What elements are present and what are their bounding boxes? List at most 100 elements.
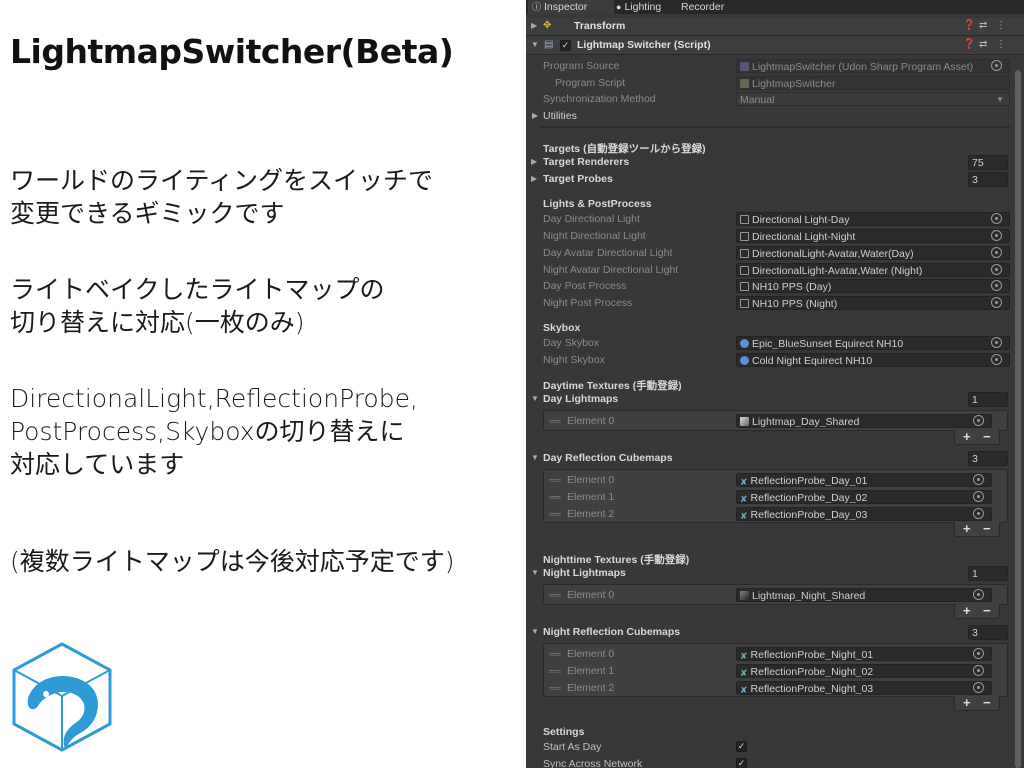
object-field[interactable]: NH10 PPS (Day) <box>736 279 1010 293</box>
expand-arrow-icon[interactable]: ▼ <box>531 627 539 636</box>
day-cubemaps-row[interactable]: ▼ Day Reflection Cubemaps 3 <box>526 451 1024 467</box>
drag-handle-icon[interactable]: ══ <box>549 666 561 676</box>
drag-handle-icon[interactable]: ══ <box>549 416 561 426</box>
night-cubemaps-row[interactable]: ▼ Night Reflection Cubemaps 3 <box>526 625 1024 641</box>
texture-field[interactable]: Lightmap_Night_Shared <box>736 588 992 602</box>
cubemap-field[interactable]: ✘ ReflectionProbe_Night_03 <box>736 681 992 695</box>
inspector-scrollbar[interactable] <box>1014 70 1022 768</box>
collapse-arrow-icon[interactable]: ▶ <box>531 157 537 166</box>
target-renderers-row[interactable]: ▶ Target Renderers 75 <box>526 155 1024 171</box>
object-picker-icon[interactable] <box>991 280 1002 291</box>
cubemap-icon: ✘ <box>740 494 748 504</box>
target-renderers-count[interactable]: 75 <box>968 155 1008 170</box>
cubemap-field[interactable]: ✘ ReflectionProbe_Day_02 <box>736 490 992 504</box>
drag-handle-icon[interactable]: ══ <box>549 475 561 485</box>
field-value: DirectionalLight-Avatar,Water(Day) <box>752 248 914 260</box>
expand-arrow-icon[interactable]: ▼ <box>531 568 539 577</box>
material-field[interactable]: Epic_BlueSunset Equirect NH10 <box>736 336 1010 350</box>
object-picker-icon[interactable] <box>991 354 1002 365</box>
add-element-button[interactable]: + <box>963 521 971 536</box>
object-picker-icon[interactable] <box>991 230 1002 241</box>
object-picker-icon[interactable] <box>991 297 1002 308</box>
expand-arrow-icon[interactable]: ▼ <box>531 394 539 403</box>
object-field[interactable]: DirectionalLight-Avatar,Water(Day) <box>736 246 1010 260</box>
array-size-field[interactable]: 1 <box>968 392 1008 407</box>
collapse-arrow-icon[interactable]: ▶ <box>532 111 538 120</box>
field-label: Night Avatar Directional Light <box>543 264 679 276</box>
slide-paragraph-features: DirectionalLight,ReflectionProbe, PostPr… <box>10 382 418 481</box>
more-menu-icon[interactable]: ⋮ <box>996 39 1006 50</box>
nighttime-header-row: Nighttime Textures (手動登録) <box>526 551 1024 567</box>
sync-method-dropdown[interactable]: Manual ▼ <box>736 92 1010 106</box>
utilities-foldout[interactable]: Utilities <box>543 110 577 122</box>
object-picker-icon[interactable] <box>973 648 984 659</box>
remove-element-button[interactable]: − <box>983 603 991 618</box>
object-picker-icon[interactable] <box>973 474 984 485</box>
add-element-button[interactable]: + <box>963 603 971 618</box>
text-line: DirectionalLight,ReflectionProbe, <box>10 384 418 413</box>
help-icon[interactable]: ❓ <box>963 20 975 31</box>
object-picker-icon[interactable] <box>973 682 984 693</box>
collapse-arrow-icon[interactable]: ▶ <box>531 174 537 183</box>
script-component-header[interactable]: ▼ ▤ ✓ Lightmap Switcher (Script) ❓ ⇄ ⋮ <box>526 37 1024 55</box>
cubemap-field[interactable]: ✘ ReflectionProbe_Night_02 <box>736 664 992 678</box>
target-probes-row[interactable]: ▶ Target Probes 3 <box>526 172 1024 188</box>
cubemap-field[interactable]: ✘ ReflectionProbe_Day_01 <box>736 473 992 487</box>
object-picker-icon[interactable] <box>991 337 1002 348</box>
object-picker-icon[interactable] <box>973 415 984 426</box>
object-picker-icon[interactable] <box>991 247 1002 258</box>
tab-recorder[interactable]: Recorder <box>681 0 741 14</box>
array-size-field[interactable]: 1 <box>968 566 1008 581</box>
script-icon <box>740 79 749 88</box>
array-size-field[interactable]: 3 <box>968 625 1008 640</box>
tab-lighting[interactable]: ● Lighting <box>616 0 686 14</box>
start-as-day-checkbox[interactable]: ✓ <box>736 741 747 752</box>
object-picker-icon[interactable] <box>991 213 1002 224</box>
collapse-arrow-icon[interactable]: ▶ <box>531 21 537 30</box>
cubemap-field[interactable]: ✘ ReflectionProbe_Night_01 <box>736 647 992 661</box>
preset-icon[interactable]: ⇄ <box>979 20 987 31</box>
remove-element-button[interactable]: − <box>983 521 991 536</box>
more-menu-icon[interactable]: ⋮ <box>996 20 1006 31</box>
object-field[interactable]: Directional Light-Day <box>736 212 1010 226</box>
tab-inspector[interactable]: ⓘ Inspector <box>528 0 614 14</box>
transform-component-header[interactable]: ▶ ✥ Transform ❓ ⇄ ⋮ <box>526 18 1024 36</box>
texture-field[interactable]: Lightmap_Day_Shared <box>736 414 992 428</box>
object-picker-icon[interactable] <box>973 508 984 519</box>
scrollbar-thumb[interactable] <box>1015 70 1021 768</box>
add-element-button[interactable]: + <box>963 695 971 710</box>
help-icon[interactable]: ❓ <box>963 39 975 50</box>
cubemap-field[interactable]: ✘ ReflectionProbe_Day_03 <box>736 507 992 521</box>
array-size-field[interactable]: 3 <box>968 451 1008 466</box>
material-field[interactable]: Cold Night Equirect NH10 <box>736 353 1010 367</box>
target-probes-count[interactable]: 3 <box>968 172 1008 187</box>
field-label: Target Renderers <box>543 156 630 168</box>
add-element-button[interactable]: + <box>963 429 971 444</box>
object-picker-icon[interactable] <box>973 589 984 600</box>
element-label: Element 0 <box>567 415 615 427</box>
tab-bar: ⓘ Inspector ● Lighting Recorder <box>526 0 1024 14</box>
drag-handle-icon[interactable]: ══ <box>549 590 561 600</box>
drag-handle-icon[interactable]: ══ <box>549 492 561 502</box>
drag-handle-icon[interactable]: ══ <box>549 649 561 659</box>
drag-handle-icon[interactable]: ══ <box>549 683 561 693</box>
expand-arrow-icon[interactable]: ▼ <box>531 40 539 49</box>
remove-element-button[interactable]: − <box>983 695 991 710</box>
drag-handle-icon[interactable]: ══ <box>549 509 561 519</box>
object-picker-icon[interactable] <box>991 60 1002 71</box>
object-picker-icon[interactable] <box>973 665 984 676</box>
night-lightmaps-row[interactable]: ▼ Night Lightmaps 1 <box>526 566 1024 582</box>
preset-icon[interactable]: ⇄ <box>979 39 987 50</box>
sync-across-network-checkbox[interactable]: ✓ <box>736 758 747 768</box>
component-enabled-checkbox[interactable]: ✓ <box>560 40 571 51</box>
remove-element-button[interactable]: − <box>983 429 991 444</box>
program-source-field[interactable]: LightmapSwitcher (Udon Sharp Program Ass… <box>736 59 1010 73</box>
day-lightmaps-row[interactable]: ▼ Day Lightmaps 1 <box>526 392 1024 408</box>
object-picker-icon[interactable] <box>991 264 1002 275</box>
object-picker-icon[interactable] <box>973 491 984 502</box>
object-field[interactable]: Directional Light-Night <box>736 229 1010 243</box>
object-field[interactable]: DirectionalLight-Avatar,Water (Night) <box>736 263 1010 277</box>
expand-arrow-icon[interactable]: ▼ <box>531 453 539 462</box>
object-field[interactable]: NH10 PPS (Night) <box>736 296 1010 310</box>
utilities-row[interactable]: ▶ Utilities <box>526 109 1024 125</box>
